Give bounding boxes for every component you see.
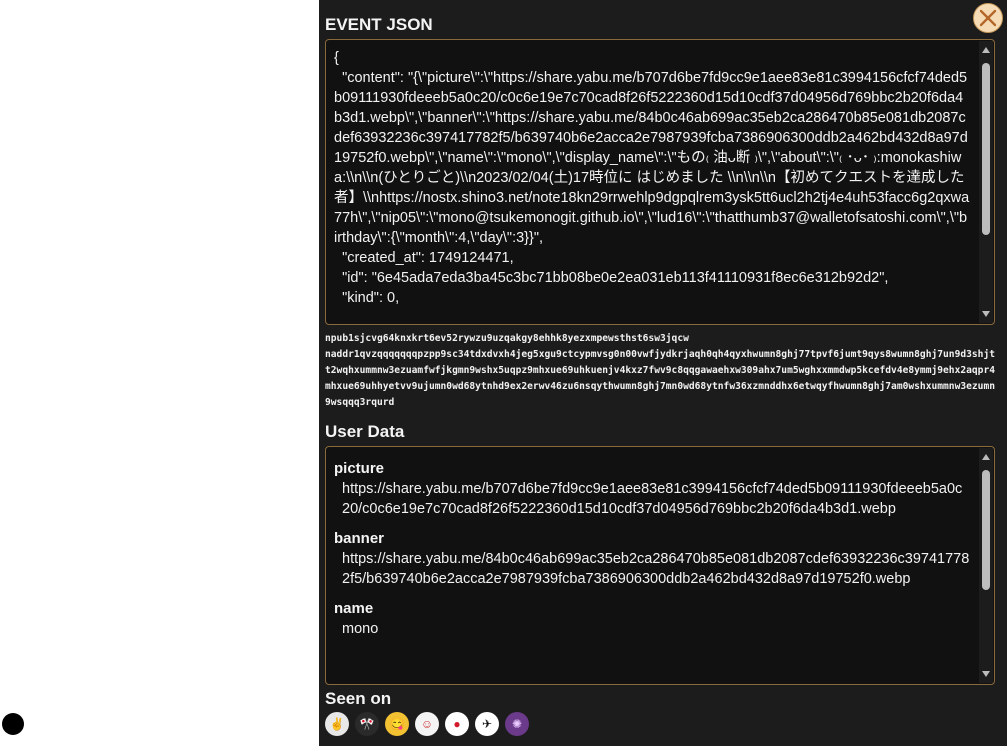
event-detail-panel: EVENT JSON { "content": "{\"picture\":\"… xyxy=(319,0,1007,746)
scroll-up-arrow-icon[interactable] xyxy=(982,47,990,53)
scroll-up-arrow-icon[interactable] xyxy=(982,454,990,460)
scrollbar-thumb[interactable] xyxy=(982,63,990,235)
naddr-text[interactable]: naddr1qvzqqqqqqqpzpp9sc34tdxdvxh4jeg5xgu… xyxy=(325,347,997,411)
seen-on-title: Seen on xyxy=(325,689,392,708)
user-data-title: User Data xyxy=(325,422,405,441)
event-json-textarea[interactable]: { "content": "{\"picture\":\"https://sha… xyxy=(325,39,995,325)
event-json-scrollbar[interactable] xyxy=(979,41,993,323)
npub-text[interactable]: npub1sjcvg64knxkrt6ev52rywzu9uzqakgy8ehh… xyxy=(325,331,997,347)
close-icon xyxy=(979,9,997,27)
relay-list: ✌ 🎌 😋 ☺ ● ✈ ✺ xyxy=(325,712,529,736)
scrollbar-thumb[interactable] xyxy=(982,470,990,590)
relay-flags-icon[interactable]: 🎌 xyxy=(355,712,379,736)
user-data-scrollbar[interactable] xyxy=(979,448,993,683)
relay-face-icon[interactable]: ☺ xyxy=(415,712,439,736)
field-value: mono xyxy=(342,621,379,637)
relay-sign-icon[interactable]: ✌ xyxy=(325,712,349,736)
scroll-down-arrow-icon[interactable] xyxy=(982,671,990,677)
scroll-down-arrow-icon[interactable] xyxy=(982,311,990,317)
user-field-name: name mono xyxy=(334,599,970,639)
relay-smile-icon[interactable]: 😋 xyxy=(385,712,409,736)
field-value: https://share.yabu.me/b707d6be7fd9cc9e1a… xyxy=(342,481,963,517)
relay-red-circle-icon[interactable]: ● xyxy=(445,712,469,736)
identifier-block: npub1sjcvg64knxkrt6ev52rywzu9uzqakgy8ehh… xyxy=(325,331,997,411)
user-field-banner: banner https://share.yabu.me/84b0c46ab69… xyxy=(334,529,970,589)
user-data-box[interactable]: picture https://share.yabu.me/b707d6be7f… xyxy=(325,446,995,685)
field-key: name xyxy=(334,600,374,617)
event-json-content: { "content": "{\"picture\":\"https://sha… xyxy=(334,50,970,306)
field-key: picture xyxy=(334,460,385,477)
relay-purple-icon[interactable]: ✺ xyxy=(505,712,529,736)
field-key: banner xyxy=(334,530,385,547)
user-field-picture: picture https://share.yabu.me/b707d6be7f… xyxy=(334,459,970,519)
close-button[interactable] xyxy=(973,3,1003,33)
relay-bird-icon[interactable]: ✈ xyxy=(475,712,499,736)
floating-dot[interactable] xyxy=(2,713,24,735)
event-json-title: EVENT JSON xyxy=(325,15,433,34)
field-value: https://share.yabu.me/84b0c46ab699ac35eb… xyxy=(342,551,970,587)
